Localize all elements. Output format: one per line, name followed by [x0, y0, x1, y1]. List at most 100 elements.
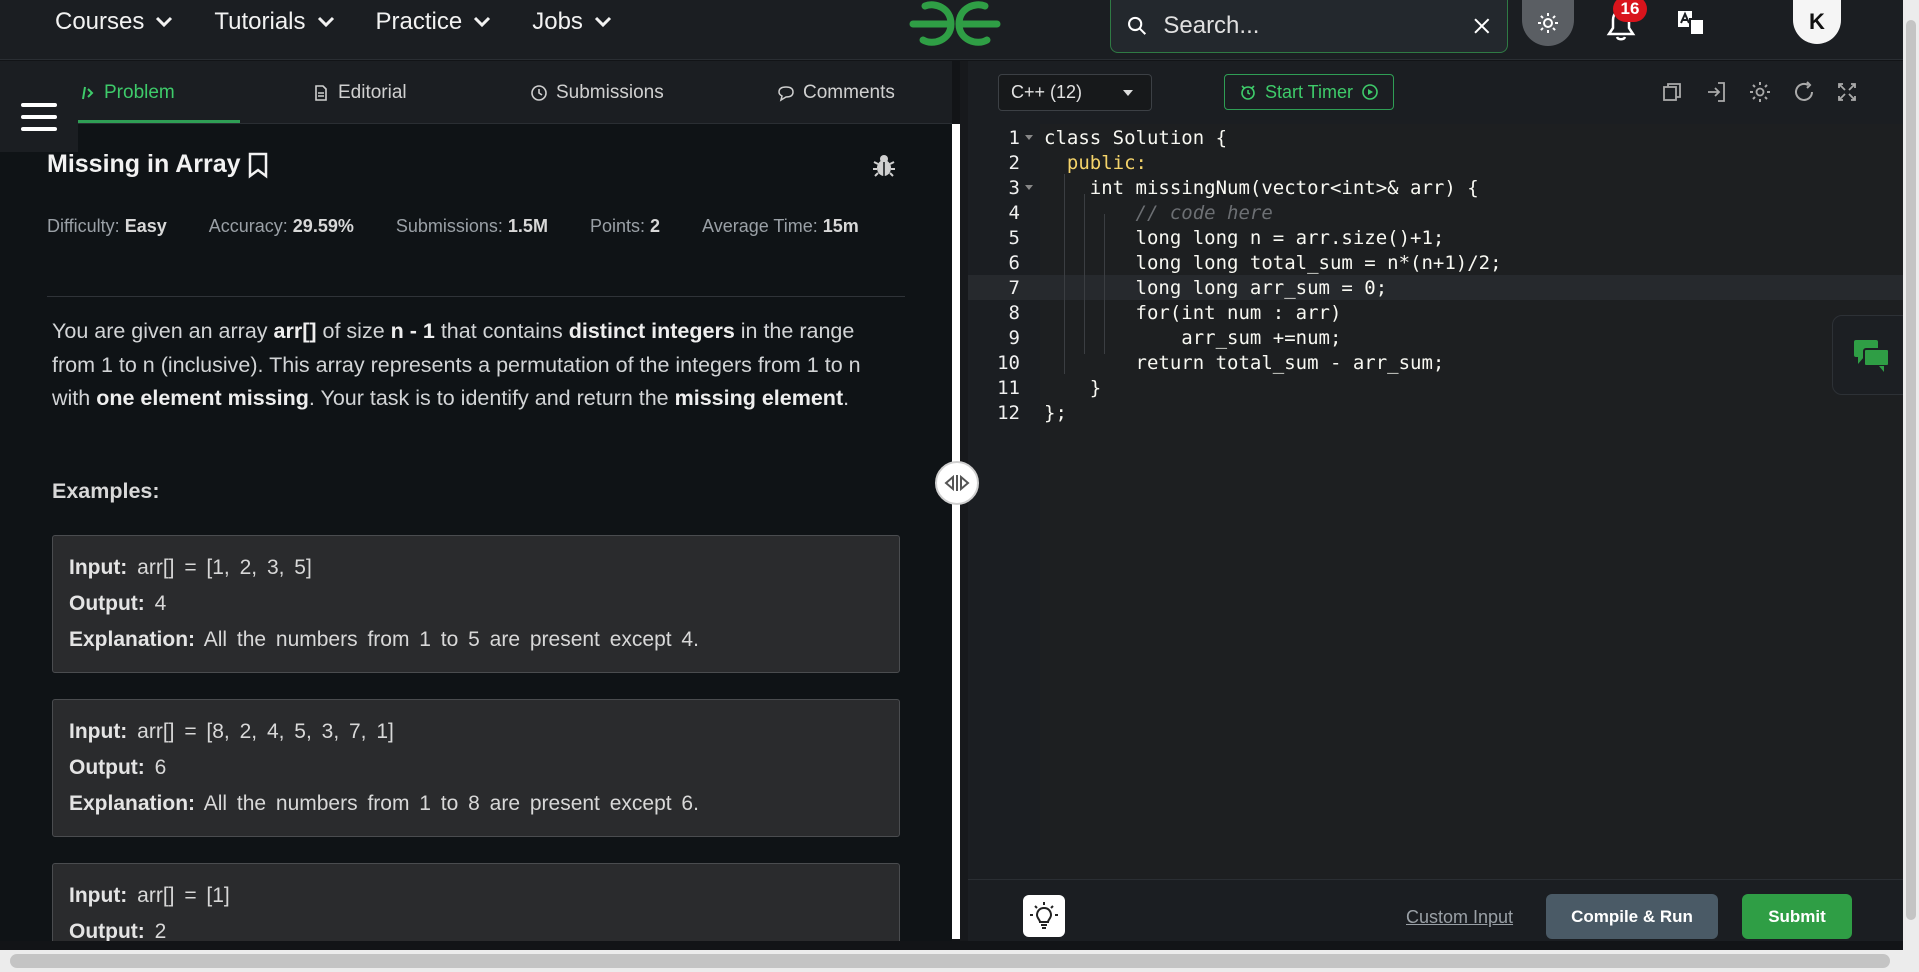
- document-icon: [315, 84, 327, 101]
- output-label: Output:: [69, 920, 145, 941]
- example-input-row: Input: arr[] = [8, 2, 4, 5, 3, 7, 1]: [69, 714, 883, 750]
- example-box: Input: arr[] = [1] Output: 2: [52, 863, 900, 941]
- comment-icon: [778, 85, 794, 102]
- nav-tutorials[interactable]: Tutorials: [214, 8, 335, 36]
- line-number: 1: [1008, 127, 1020, 149]
- hint-button[interactable]: [1023, 895, 1065, 937]
- code-line: class Solution {: [1044, 127, 1228, 149]
- nav-jobs[interactable]: Jobs: [532, 8, 613, 36]
- tab-problem[interactable]: Problem: [78, 61, 175, 124]
- dropdown-caret-icon: [1123, 89, 1133, 96]
- problem-title: Missing in Array: [47, 150, 241, 178]
- line-number: 12: [997, 402, 1020, 424]
- line-number: 9: [1008, 327, 1020, 349]
- reset-icon[interactable]: [1792, 80, 1816, 104]
- editor-toolbar: C++ (12) Start Timer: [968, 61, 1903, 124]
- import-icon[interactable]: [1704, 80, 1728, 104]
- theme-toggle-button[interactable]: [1522, 0, 1574, 46]
- code-icon: [82, 86, 94, 99]
- panel-splitter[interactable]: [952, 124, 960, 939]
- line-number: 4: [1008, 202, 1020, 224]
- hamburger-line: [21, 115, 57, 119]
- scrollbar-thumb[interactable]: [1906, 20, 1916, 920]
- problem-content: Missing in Array Difficulty: Easy Accurac…: [0, 124, 940, 941]
- chat-button[interactable]: [1832, 315, 1912, 395]
- language-select[interactable]: C++ (12): [998, 74, 1152, 111]
- nav-practice[interactable]: Practice: [376, 8, 493, 36]
- meta-avg-time-value: 15m: [822, 216, 859, 236]
- start-timer-button[interactable]: Start Timer: [1224, 74, 1394, 110]
- compile-run-button[interactable]: Compile & Run: [1546, 894, 1718, 939]
- desc-bold: distinct integers: [568, 319, 735, 343]
- meta-avg-time-label: Average Time:: [702, 216, 818, 236]
- translate-icon[interactable]: [1676, 8, 1706, 38]
- active-tab-indicator: [78, 120, 240, 123]
- app-root: Courses Tutorials Practice Jobs Search..…: [0, 0, 1919, 972]
- bug-report-icon[interactable]: [870, 152, 898, 180]
- tab-editorial[interactable]: Editorial: [312, 61, 407, 124]
- explanation-label: Explanation:: [69, 792, 196, 815]
- code-line: long long n = arr.size()+1;: [1044, 227, 1445, 249]
- code-line: long long total_sum = n*(n+1)/2;: [1044, 252, 1502, 274]
- example-output-row: Output: 2: [69, 914, 883, 941]
- example-output: 4: [154, 592, 167, 615]
- code-line: public:: [1044, 152, 1147, 174]
- submit-button[interactable]: Submit: [1742, 894, 1852, 939]
- meta-accuracy-value: 29.59%: [292, 216, 354, 236]
- code-line: return total_sum - arr_sum;: [1044, 352, 1445, 374]
- example-output-row: Output: 4: [69, 586, 883, 622]
- example-explanation: All the numbers from 1 to 5 are present …: [203, 628, 699, 651]
- desc-bold: missing element: [674, 386, 844, 410]
- scrollbar-thumb[interactable]: [10, 954, 1890, 968]
- fold-arrow-icon[interactable]: [1025, 135, 1033, 140]
- bookmark-icon[interactable]: [247, 151, 269, 179]
- example-box: Input: arr[] = [1, 2, 3, 5] Output: 4 Ex…: [52, 535, 900, 673]
- close-icon[interactable]: [1473, 13, 1491, 39]
- resize-handle[interactable]: [935, 461, 979, 505]
- tab-editorial-label: Editorial: [338, 81, 407, 103]
- meta-avg-time: Average Time: 15m: [702, 209, 859, 244]
- search-bar: [1110, 0, 1508, 53]
- meta-difficulty-label: Difficulty:: [47, 216, 120, 236]
- chevron-down-icon: [156, 16, 173, 28]
- tab-comments[interactable]: Comments: [777, 61, 895, 124]
- problem-title-row: Missing in Array: [47, 150, 269, 179]
- horizontal-scrollbar[interactable]: [0, 950, 1903, 972]
- example-box: Input: arr[] = [8, 2, 4, 5, 3, 7, 1] Out…: [52, 699, 900, 837]
- gfg-logo-icon[interactable]: [905, 0, 1005, 46]
- resize-arrows-icon: [944, 474, 970, 492]
- desc-text: You are given an array: [52, 319, 274, 343]
- line-number: 10: [997, 352, 1020, 374]
- hamburger-line: [21, 103, 57, 107]
- problem-panel: Problem Editorial Submissions Comments M…: [0, 61, 952, 941]
- gear-icon[interactable]: [1748, 80, 1772, 104]
- vertical-scrollbar[interactable]: [1903, 0, 1919, 972]
- code-editor[interactable]: 1 2 3 4 5 6 7 8 9 10 11 12 class Solutio…: [968, 124, 1903, 879]
- chevron-down-icon: [317, 16, 334, 28]
- search-input[interactable]: [1163, 12, 1474, 40]
- meta-submissions-label: Submissions:: [395, 216, 503, 236]
- fold-arrow-icon[interactable]: [1025, 185, 1033, 190]
- desc-bold: one element missing: [96, 386, 309, 410]
- desc-text: of size: [316, 319, 391, 343]
- desc-text: . Your task is to identify and return th…: [308, 386, 675, 410]
- line-number: 5: [1008, 227, 1020, 249]
- chevron-down-icon: [594, 16, 611, 28]
- examples-heading: Examples:: [52, 479, 160, 503]
- user-avatar[interactable]: K: [1793, 0, 1841, 44]
- example-input: arr[] = [8, 2, 4, 5, 3, 7, 1]: [137, 720, 394, 743]
- custom-input-link[interactable]: Custom Input: [1406, 907, 1513, 928]
- input-label: Input:: [69, 720, 128, 743]
- copy-icon[interactable]: [1660, 80, 1684, 104]
- language-value: C++ (12): [1011, 82, 1083, 102]
- tab-submissions[interactable]: Submissions: [530, 61, 664, 124]
- output-label: Output:: [69, 592, 145, 615]
- fullscreen-icon[interactable]: [1835, 80, 1859, 104]
- hamburger-menu-button[interactable]: [0, 82, 78, 152]
- example-explanation-row: Explanation: All the numbers from 1 to 5…: [69, 622, 883, 658]
- problem-description: You are given an array arr[] of size n -…: [52, 315, 902, 416]
- input-label: Input:: [69, 884, 128, 907]
- example-output: 2: [154, 920, 167, 941]
- nav-courses[interactable]: Courses: [55, 8, 174, 36]
- sun-icon: [1538, 13, 1558, 33]
